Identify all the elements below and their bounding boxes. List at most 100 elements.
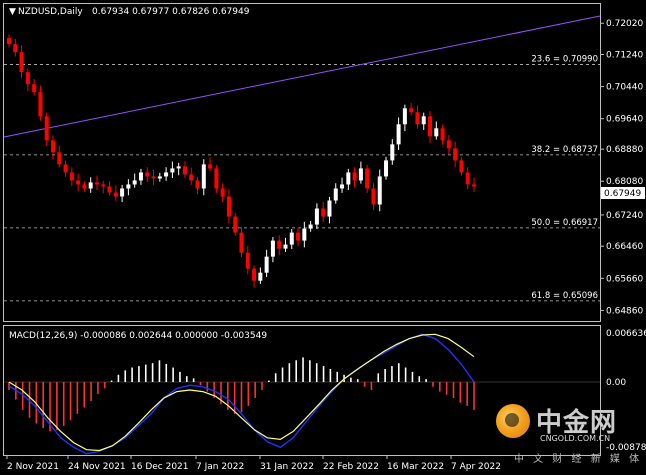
candle-body [472,184,476,187]
candle-body [252,268,257,281]
date-tick-label: 31 Jan 2022 [260,462,314,472]
candle-body [314,208,319,225]
candle-body [377,176,382,205]
candle-body [365,168,370,189]
cngold-logo-icon [496,404,530,438]
candle-body [50,140,55,153]
candle-body [321,208,326,217]
candle-body [264,256,269,273]
candle-body [220,188,225,197]
candle-body [101,184,106,187]
candle-body [327,200,332,217]
candle-body [208,164,213,169]
date-tick-label: 16 Dec 2021 [131,462,189,472]
price-tick-label: 0.65660 [606,274,643,284]
candle-body [88,182,93,189]
candle-body [226,196,231,217]
candle-body [371,188,376,205]
candle-body [409,108,414,113]
candle-body [44,116,49,141]
candle-body [289,232,294,245]
candle-body [13,44,18,53]
candle-body [164,172,169,177]
candle-body [440,128,445,141]
candle-body [446,140,451,149]
candle-body [239,232,244,253]
candle-body [421,116,426,125]
candle-body [214,168,219,189]
date-tick-label: 16 Mar 2022 [387,462,444,472]
candle-body [19,52,24,73]
price-tick-label: 0.70440 [606,83,643,93]
candle-body [459,160,464,173]
candle-body [189,174,194,181]
candle-body [120,188,125,197]
candle-body [415,112,420,125]
candle-body [82,184,87,189]
price-tick-label: 0.68880 [606,145,643,155]
candle-body [145,172,150,177]
candle-body [384,160,389,177]
date-tick-label: 22 Feb 2022 [323,462,379,472]
date-tick-label: 7 Apr 2022 [451,462,501,472]
candle-body [346,172,351,185]
candle-body [132,180,137,185]
candle-body [38,92,43,117]
candle-body [195,180,200,189]
candle-body [352,172,357,181]
candle-body [270,240,275,257]
fib-level-label: 38.2 = 0.68737 [531,145,598,155]
price-tick-label: 0.66460 [606,242,643,252]
candle-body [358,168,363,181]
candle-body [7,38,11,45]
candle-body [434,128,439,137]
fib-level-label: 23.6 = 0.70990 [531,55,598,65]
candle-body [201,164,206,189]
candle-body [302,228,307,241]
candle-body [308,224,313,229]
candle-body [245,252,250,269]
macd-tick-label: 0.006636 [606,329,646,339]
candle-body [138,172,143,181]
collapse-arrow-icon[interactable]: ▼ [9,7,16,17]
candle-body [428,116,433,137]
candle-body [126,184,131,189]
candle-body [157,176,162,179]
candle-body [283,244,288,249]
candle-body [390,144,395,161]
candle-body [69,172,74,181]
price-tick-label: 0.72020 [606,19,643,29]
candle-body [333,188,338,201]
candle-body [25,72,30,85]
price-tick-label: 0.69640 [606,115,643,125]
candle-body [113,192,118,197]
candle-body [151,176,156,179]
candle-body [170,168,175,173]
price-tick-label: 0.64860 [606,306,643,316]
price-tick-label: 0.68080 [606,177,643,187]
candle-body [176,166,181,169]
macd-label: MACD(12,26,9) -0.000086 0.002644 0.00000… [9,331,267,341]
candle-body [453,148,458,161]
symbol-label: NZDUSD,Daily [18,7,83,17]
candle-body [32,84,37,93]
candle-body [233,216,238,233]
candle-body [396,124,401,145]
watermark-url: CNGOLD.COM.CN [540,434,611,443]
fib-level-label: 61.8 = 0.65096 [531,291,598,301]
candle-body [340,184,345,189]
price-tick-label: 0.67240 [606,211,643,221]
price-tick-label: 0.71240 [606,51,643,61]
date-tick-label: 24 Nov 2021 [68,462,126,472]
candle-body [465,172,470,185]
candle-body [258,272,263,281]
fib-level-label: 50.0 = 0.66917 [531,218,598,228]
candle-body [76,180,81,185]
candle-body [94,182,99,185]
ohlc-readout: 0.67934 0.67977 0.67826 0.67949 [92,7,250,17]
candle-body [277,240,282,249]
cngold-watermark: 中金网 CNGOLD.COM.CN 中 文 财 经 新 媒 体 [496,402,642,465]
candle-body [63,164,68,173]
current-price-label: 0.67949 [604,189,641,199]
date-tick-label: 2 Nov 2021 [7,462,59,472]
